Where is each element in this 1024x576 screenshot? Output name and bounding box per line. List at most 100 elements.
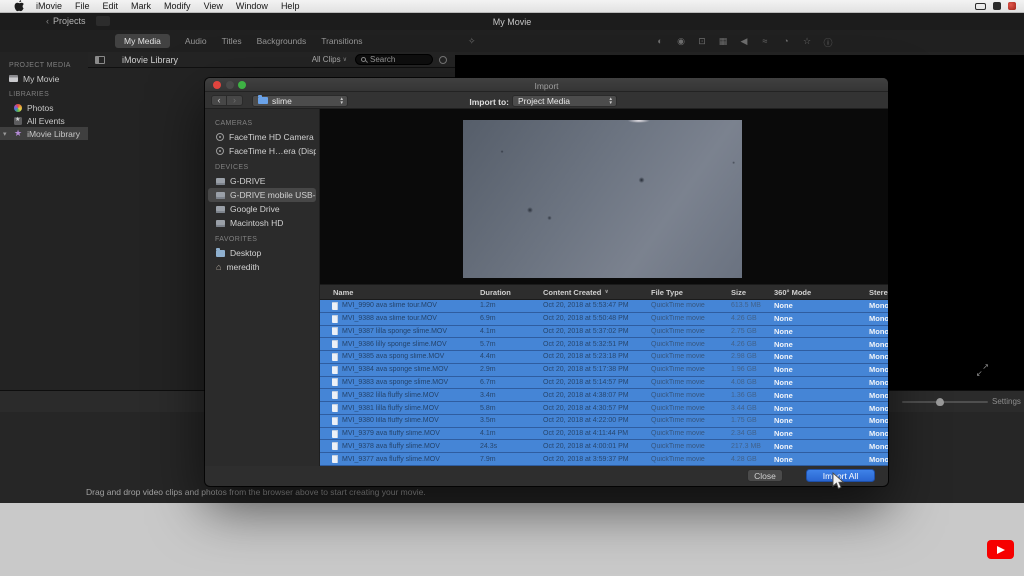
menu-item[interactable]: iMovie: [36, 1, 62, 11]
timeline-hint: Drag and drop video clips and photos fro…: [86, 487, 426, 497]
menu-item[interactable]: Help: [281, 1, 300, 11]
device-item[interactable]: Macintosh HD: [208, 216, 316, 230]
menu-item[interactable]: File: [75, 1, 90, 11]
column-header[interactable]: Duration: [475, 288, 538, 297]
libraries-header: LIBRARIES: [0, 85, 88, 101]
column-header[interactable]: Name: [320, 288, 475, 297]
viewer-tool-icon[interactable]: ▦: [718, 36, 728, 49]
column-header[interactable]: Content Created ∨: [538, 288, 646, 297]
table-row[interactable]: MVI_9379 ava fluffy slime.MOV 4.1m Oct 2…: [320, 428, 888, 441]
window-titlebar: ‹ Projects My Movie: [0, 13, 1024, 30]
favorite-item[interactable]: Desktop: [208, 246, 316, 260]
table-row[interactable]: MVI_9386 lilly sponge slime.MOV 5.7m Oct…: [320, 338, 888, 351]
viewer-tool-icon[interactable]: ◉: [676, 36, 686, 49]
sidebar-item[interactable]: All Events: [0, 114, 88, 127]
import-to-dropdown[interactable]: Project Media ▲▼: [512, 95, 617, 107]
viewer-tool-icon[interactable]: ◔: [781, 36, 791, 49]
size-cell: 2.34 GB: [726, 430, 769, 437]
clip-filter-dropdown[interactable]: All Clips ∨: [312, 55, 347, 64]
libraries-list: Photos All Events ▾ iMovie Library: [0, 101, 88, 140]
close-button[interactable]: Close: [747, 469, 783, 482]
viewer-tool-icon[interactable]: ⊡: [697, 36, 707, 49]
menu-item[interactable]: Mark: [131, 1, 151, 11]
search-input[interactable]: Search: [355, 54, 433, 65]
expand-icon[interactable]: ↗↙: [977, 365, 988, 376]
tab[interactable]: Backgrounds: [257, 34, 307, 48]
zoom-slider[interactable]: [902, 401, 988, 403]
file-name-cell: MVI_9387 lilla sponge slime.MOV: [320, 327, 475, 335]
file-icon: [332, 315, 338, 323]
column-header[interactable]: File Type: [646, 288, 726, 297]
device-item[interactable]: Google Drive: [208, 202, 316, 216]
zoom-slider-thumb[interactable]: [936, 398, 944, 406]
menu-item[interactable]: View: [204, 1, 223, 11]
tab[interactable]: Transitions: [321, 34, 362, 48]
libraries-sidebar: PROJECT MEDIA My Movie LIBRARIES Photos: [0, 52, 88, 390]
library-icon: [14, 117, 22, 125]
table-row[interactable]: MVI_9387 lilla sponge slime.MOV 4.1m Oct…: [320, 326, 888, 339]
filter-circle-icon[interactable]: [439, 56, 447, 64]
viewer-tool-icon[interactable]: ☆: [802, 36, 812, 49]
viewer-tool-icon[interactable]: ≈: [760, 36, 770, 49]
table-row[interactable]: MVI_9384 ava sponge slime.MOV 2.9m Oct 2…: [320, 364, 888, 377]
favorites-header: FAVORITES: [205, 230, 319, 246]
column-header[interactable]: Size: [726, 288, 769, 297]
sidebar-item[interactable]: ▾ iMovie Library: [0, 127, 88, 140]
input-icon[interactable]: [993, 2, 1001, 10]
camera-item[interactable]: FaceTime H…era (Display): [208, 144, 316, 158]
sidebar-item[interactable]: My Movie: [0, 72, 88, 85]
table-row[interactable]: MVI_9385 ava spong slime.MOV 4.4m Oct 20…: [320, 351, 888, 364]
viewer-tool-icon[interactable]: ⓘ: [823, 36, 833, 49]
forward-button[interactable]: ›: [227, 95, 243, 106]
device-item[interactable]: G-DRIVE: [208, 174, 316, 188]
file-name: MVI_9378 ava fluffy slime.MOV: [342, 443, 440, 450]
settings-button[interactable]: Settings: [992, 397, 1021, 406]
created-cell: Oct 20, 2018 at 4:30:57 PM: [538, 405, 646, 412]
size-cell: 1.96 GB: [726, 366, 769, 373]
created-cell: Oct 20, 2018 at 5:50:48 PM: [538, 315, 646, 322]
nav-buttons: ‹ ›: [211, 95, 243, 106]
viewer-tool-icon[interactable]: ◀: [739, 36, 749, 49]
table-row[interactable]: MVI_9990 ava slime tour.MOV 1.2m Oct 20,…: [320, 300, 888, 313]
youtube-logo[interactable]: [987, 540, 1014, 559]
display-icon[interactable]: [975, 3, 986, 10]
back-button[interactable]: ‹: [211, 95, 227, 106]
file-icon: [332, 302, 338, 310]
column-header[interactable]: Stereoscopic Mode: [864, 288, 888, 297]
tab[interactable]: Titles: [222, 34, 242, 48]
stereo-cell: Monoscopic: [864, 352, 888, 361]
table-row[interactable]: MVI_9388 ava slime tour.MOV 6.9m Oct 20,…: [320, 313, 888, 326]
table-row[interactable]: MVI_9380 lilla fluffy slime.MOV 3.5m Oct…: [320, 415, 888, 428]
sidebar-item-label: Photos: [27, 103, 53, 113]
menu-bar: iMovie File Edit Mark Modify View Window Help: [0, 0, 1024, 13]
tab[interactable]: Audio: [185, 34, 207, 48]
favorite-item[interactable]: meredith: [208, 260, 316, 274]
apple-logo-icon[interactable]: [14, 1, 24, 12]
import-to-label: Import to:: [437, 97, 509, 107]
table-row[interactable]: MVI_9382 lilla fluffy slime.MOV 3.4m Oct…: [320, 389, 888, 402]
file-name-cell: MVI_9388 ava slime tour.MOV: [320, 315, 475, 323]
column-header[interactable]: 360° Mode: [769, 288, 864, 297]
menu-item[interactable]: Modify: [164, 1, 191, 11]
camera-item[interactable]: FaceTime HD Camera: [208, 130, 316, 144]
location-dropdown[interactable]: slime ▲▼: [252, 95, 348, 107]
menu-item[interactable]: Window: [236, 1, 268, 11]
record-icon[interactable]: [1008, 2, 1016, 10]
menu-item[interactable]: Edit: [103, 1, 119, 11]
device-item-label: Google Drive: [230, 204, 280, 214]
viewer-tool-icon[interactable]: ◐: [655, 36, 665, 49]
table-row[interactable]: MVI_9378 ava fluffy slime.MOV 24.3s Oct …: [320, 440, 888, 453]
tab[interactable]: My Media: [115, 34, 170, 48]
file-icon: [332, 366, 338, 374]
file-type-cell: QuickTime movie: [646, 341, 726, 348]
table-row[interactable]: MVI_9381 lilla fluffy slime.MOV 5.8m Oct…: [320, 402, 888, 415]
dialog-toolbar: ‹ › slime ▲▼ Import to: Project Media ▲▼: [205, 92, 888, 109]
sidebar-item[interactable]: Photos: [0, 101, 88, 114]
mode360-cell: None: [769, 442, 864, 451]
enhance-wand-icon[interactable]: ✧: [468, 36, 476, 47]
device-item[interactable]: G-DRIVE mobile USB-C: [208, 188, 316, 202]
table-row[interactable]: MVI_9383 ava sponge slime.MOV 6.7m Oct 2…: [320, 377, 888, 390]
file-icon: [332, 417, 338, 425]
table-row[interactable]: MVI_9377 ava fluffy slime.MOV 7.9m Oct 2…: [320, 453, 888, 466]
sidebar-toggle-icon[interactable]: [95, 56, 105, 64]
